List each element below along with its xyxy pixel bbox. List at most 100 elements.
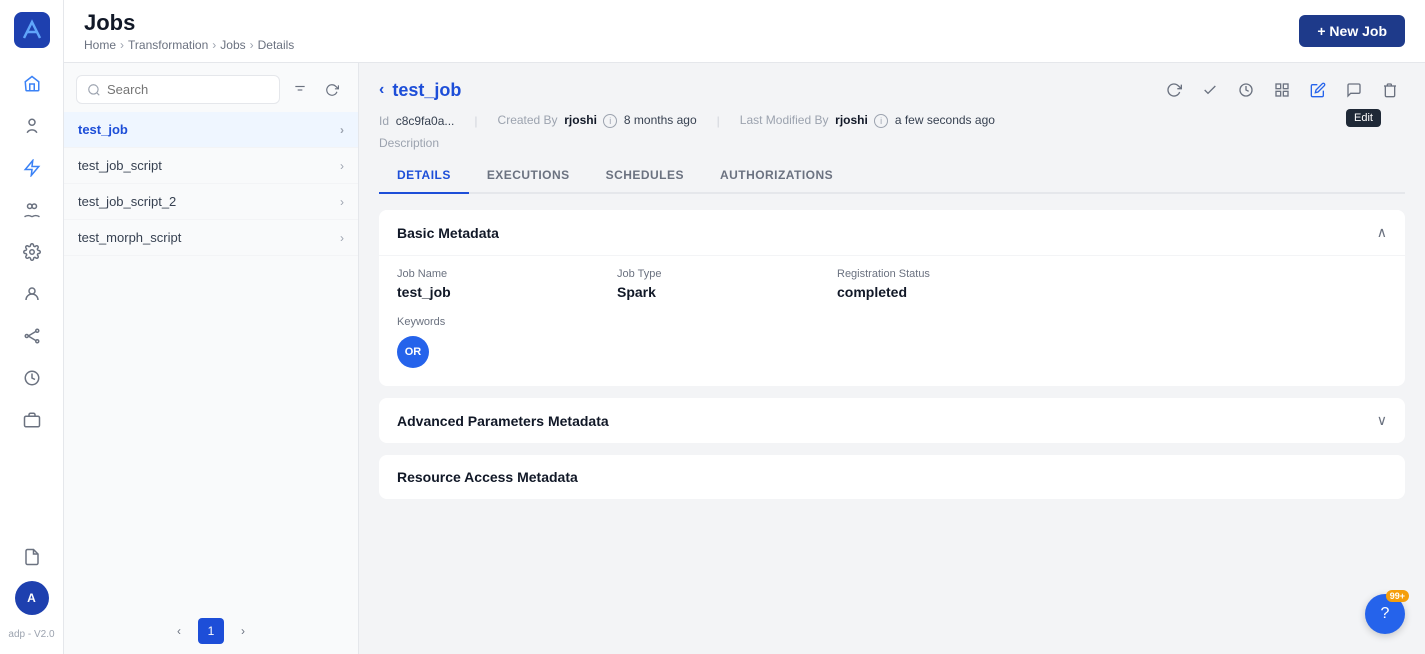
detail-panel: ‹ test_job: [359, 63, 1425, 654]
description-label: Description: [379, 136, 1405, 158]
advanced-parameters-section: Advanced Parameters Metadata ∨: [379, 398, 1405, 443]
detail-title[interactable]: ‹ test_job: [379, 80, 461, 101]
metadata-fields-row: Job Name test_job Job Type Spark Registr…: [397, 268, 1387, 300]
tab-details[interactable]: DETAILS: [379, 158, 469, 194]
settings-icon[interactable]: [14, 234, 50, 270]
connections-icon[interactable]: [14, 318, 50, 354]
bag-icon[interactable]: [14, 402, 50, 438]
detail-tabs: DETAILS EXECUTIONS SCHEDULES AUTHORIZATI…: [379, 158, 1405, 194]
sidebar-item-test-morph-script[interactable]: test_morph_script ›: [64, 220, 358, 256]
sidebar-actions: [286, 76, 346, 104]
help-icon: ?: [1381, 605, 1390, 623]
search-input[interactable]: [107, 82, 269, 97]
people-icon[interactable]: [14, 108, 50, 144]
detail-meta: Id c8c9fa0a... | Created By rjoshi i 8 m…: [379, 113, 1405, 136]
modified-by: Last Modified By rjoshi i a few seconds …: [740, 113, 995, 128]
top-header: Jobs Home › Transformation › Jobs › Deta…: [64, 0, 1425, 63]
job-name-label: Job Name: [397, 268, 577, 280]
breadcrumb: Home › Transformation › Jobs › Details: [84, 38, 294, 52]
modified-by-time: a few seconds ago: [895, 113, 995, 127]
sidebar-item-label: test_job_script: [78, 158, 162, 173]
basic-metadata-section: Basic Metadata ∧ Job Name test_job Job T…: [379, 210, 1405, 386]
clock-toolbar-icon[interactable]: [1231, 75, 1261, 105]
detail-title-row: ‹ test_job: [379, 75, 1405, 105]
page-title: Jobs: [84, 10, 294, 36]
breadcrumb-details: Details: [258, 38, 295, 52]
advanced-parameters-title: Advanced Parameters Metadata: [397, 413, 609, 429]
sidebar-item-label: test_morph_script: [78, 230, 181, 245]
basic-metadata-body: Job Name test_job Job Type Spark Registr…: [379, 255, 1405, 386]
advanced-params-chevron: ∨: [1377, 412, 1387, 429]
jobs-sidebar: test_job › test_job_script › test_job_sc…: [64, 63, 359, 654]
detail-toolbar: Edit: [1159, 75, 1405, 105]
refresh-icon[interactable]: [318, 76, 346, 104]
job-name-value: test_job: [397, 284, 577, 300]
tab-executions[interactable]: EXECUTIONS: [469, 158, 588, 194]
new-job-button[interactable]: + New Job: [1299, 15, 1405, 47]
sidebar-item-test-job[interactable]: test_job ›: [64, 112, 358, 148]
resource-access-header[interactable]: Resource Access Metadata: [379, 455, 1405, 499]
check-toolbar-icon[interactable]: [1195, 75, 1225, 105]
prev-page-button[interactable]: ‹: [166, 618, 192, 644]
chevron-right-icon: ›: [340, 159, 344, 173]
job-name-field: Job Name test_job: [397, 268, 577, 300]
grid-toolbar-icon[interactable]: [1267, 75, 1297, 105]
user-single-icon[interactable]: [14, 276, 50, 312]
edit-tooltip: Edit: [1346, 109, 1381, 127]
sidebar-pagination: ‹ 1 ›: [64, 608, 358, 654]
id-label: Id c8c9fa0a...: [379, 114, 454, 128]
edit-toolbar-button[interactable]: [1303, 75, 1333, 105]
home-icon[interactable]: [14, 66, 50, 102]
job-type-label: Job Type: [617, 268, 797, 280]
sidebar-list: test_job › test_job_script › test_job_sc…: [64, 112, 358, 608]
modified-by-info-icon: i: [874, 114, 888, 128]
resource-access-section: Resource Access Metadata: [379, 455, 1405, 499]
sidebar-search-bar: [64, 63, 358, 112]
created-by-info-icon: i: [603, 114, 617, 128]
breadcrumb-transformation[interactable]: Transformation: [128, 38, 208, 52]
modified-by-user: rjoshi: [835, 113, 868, 127]
help-button[interactable]: ? 99+: [1365, 594, 1405, 634]
app-logo[interactable]: [14, 12, 50, 48]
sidebar-item-label: test_job_script_2: [78, 194, 176, 209]
app-version: adp - V2.0: [8, 625, 54, 642]
keyword-badge: OR: [397, 336, 429, 368]
back-arrow-icon[interactable]: ‹: [379, 81, 384, 99]
history-icon[interactable]: [14, 360, 50, 396]
filter-icon[interactable]: [286, 76, 314, 104]
job-type-value: Spark: [617, 284, 797, 300]
next-page-button[interactable]: ›: [230, 618, 256, 644]
id-value: c8c9fa0a...: [396, 114, 455, 128]
sidebar-item-test-job-script-2[interactable]: test_job_script_2 ›: [64, 184, 358, 220]
user-avatar[interactable]: A: [15, 581, 49, 615]
doc-icon[interactable]: [14, 539, 50, 575]
refresh-toolbar-icon[interactable]: [1159, 75, 1189, 105]
left-nav: A adp - V2.0: [0, 0, 64, 654]
comment-toolbar-icon[interactable]: [1339, 75, 1369, 105]
tab-schedules[interactable]: SCHEDULES: [588, 158, 702, 194]
advanced-parameters-header[interactable]: Advanced Parameters Metadata ∨: [379, 398, 1405, 443]
created-by: Created By rjoshi i 8 months ago: [498, 113, 697, 128]
registration-status-field: Registration Status completed: [837, 268, 1017, 300]
created-by-time: 8 months ago: [624, 113, 697, 127]
basic-metadata-header[interactable]: Basic Metadata ∧: [379, 210, 1405, 255]
transform-icon[interactable]: [14, 150, 50, 186]
breadcrumb-jobs[interactable]: Jobs: [220, 38, 245, 52]
delete-toolbar-icon[interactable]: [1375, 75, 1405, 105]
tab-authorizations[interactable]: AUTHORIZATIONS: [702, 158, 851, 194]
keywords-row: Keywords OR: [397, 316, 1387, 368]
job-type-field: Job Type Spark: [617, 268, 797, 300]
chevron-right-icon: ›: [340, 123, 344, 137]
resource-access-title: Resource Access Metadata: [397, 469, 578, 485]
help-badge: 99+: [1386, 590, 1409, 602]
basic-metadata-title: Basic Metadata: [397, 225, 499, 241]
page-1-button[interactable]: 1: [198, 618, 224, 644]
job-title: test_job: [392, 80, 461, 101]
breadcrumb-home[interactable]: Home: [84, 38, 116, 52]
created-by-user: rjoshi: [564, 113, 597, 127]
header-left: Jobs Home › Transformation › Jobs › Deta…: [84, 10, 294, 52]
sidebar-item-test-job-script[interactable]: test_job_script ›: [64, 148, 358, 184]
detail-header: ‹ test_job: [359, 63, 1425, 194]
group-icon[interactable]: [14, 192, 50, 228]
chevron-right-icon: ›: [340, 195, 344, 209]
